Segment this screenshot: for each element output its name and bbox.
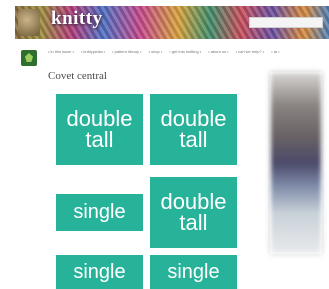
tile-double-tall[interactable]: double tall <box>56 94 143 165</box>
nav-item-can-we-help[interactable]: • can we help? • <box>236 49 265 57</box>
tile-single[interactable]: single <box>56 255 143 289</box>
yarn-logo-icon <box>18 9 40 36</box>
tile-double-tall[interactable]: double tall <box>150 94 237 165</box>
sidebar-ad-image[interactable] <box>271 73 321 253</box>
nav-item-get-into-knitting[interactable]: • get into knitting • <box>169 49 201 57</box>
main-nav: • in this issue • • knittypedia • • patt… <box>48 49 329 57</box>
tile-single[interactable]: single <box>56 194 143 231</box>
nav-item-about-us[interactable]: • about us • <box>208 49 228 57</box>
tile-label: double tall <box>66 105 133 152</box>
site-logo[interactable]: knitty <box>51 8 103 30</box>
tile-label: double tall <box>160 105 227 152</box>
nav-item-knittypedia[interactable]: • knittypedia • <box>81 49 105 57</box>
header-banner: knitty <box>15 6 329 39</box>
tile-label: single <box>73 201 126 223</box>
knitty-badge-icon[interactable] <box>21 50 37 66</box>
nav-item-extra[interactable]: • ta • <box>271 49 279 57</box>
tile-label: double tall <box>160 188 227 235</box>
tile-label: single <box>73 260 126 283</box>
nav-item-shop[interactable]: • shop • <box>149 49 163 57</box>
tile-label: single <box>167 260 220 283</box>
nav-item-in-this-issue[interactable]: • in this issue • <box>48 49 74 57</box>
tile-double-tall[interactable]: double tall <box>150 177 237 248</box>
page-title: Covet central <box>48 70 107 82</box>
nav-item-pattern-library[interactable]: • pattern library • <box>112 49 141 57</box>
search-input[interactable] <box>249 17 323 28</box>
tile-single[interactable]: single <box>150 255 237 289</box>
